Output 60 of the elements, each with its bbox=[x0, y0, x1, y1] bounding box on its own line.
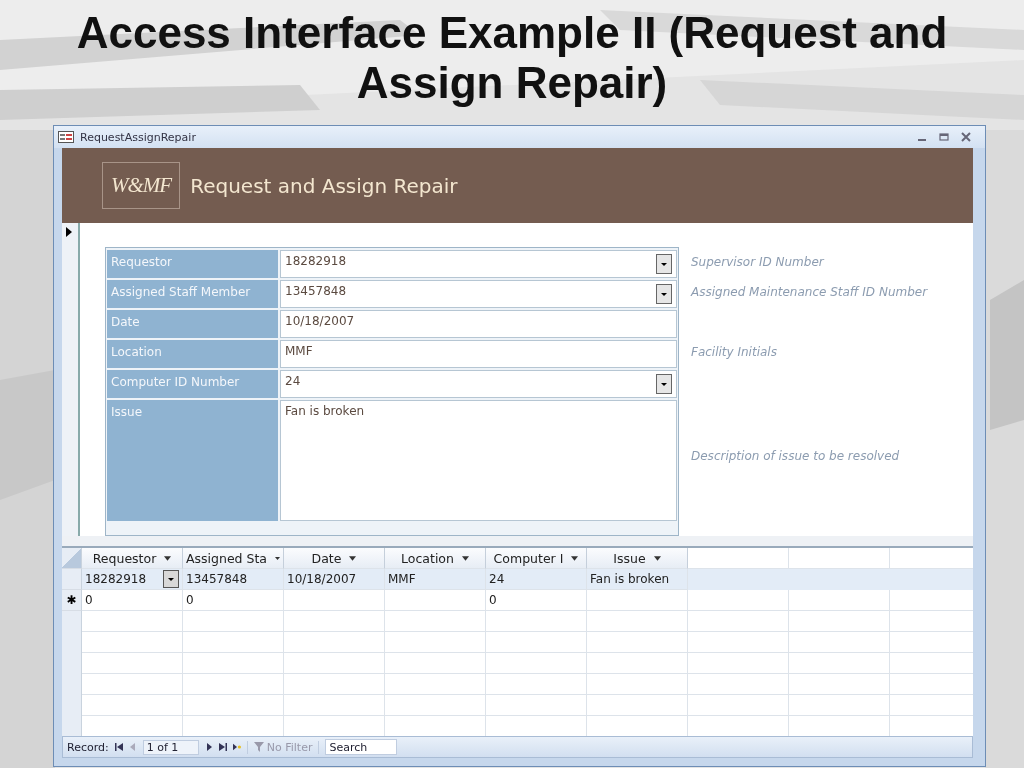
column-header[interactable]: Computer I bbox=[486, 548, 587, 569]
caret-icon[interactable] bbox=[461, 555, 469, 561]
table-cell: 13457848 bbox=[186, 572, 248, 586]
table-cell: 24 bbox=[489, 572, 505, 586]
logo: W&MF bbox=[102, 162, 181, 209]
combo-box[interactable]: 18282918 bbox=[280, 250, 677, 278]
table-cell: 0 bbox=[489, 593, 497, 607]
dropdown-icon[interactable] bbox=[656, 284, 672, 304]
table-cell: 18282918 bbox=[85, 572, 147, 586]
field-label: Computer ID Number bbox=[107, 370, 278, 398]
caret-icon[interactable] bbox=[653, 555, 661, 561]
form-icon bbox=[58, 131, 74, 143]
dropdown-icon[interactable] bbox=[163, 570, 179, 588]
caret-icon[interactable] bbox=[275, 555, 280, 561]
table-row[interactable]: 18282918 13457848 10/18/2007 MMF 24 Fan is broken bbox=[62, 569, 973, 590]
field-label: Location bbox=[107, 340, 278, 368]
field-label: Issue bbox=[107, 400, 278, 521]
caret-icon[interactable] bbox=[164, 555, 172, 561]
field-label: Requestor bbox=[107, 250, 278, 278]
column-header[interactable]: Issue bbox=[587, 548, 688, 569]
field-label: Assigned Staff Member bbox=[107, 280, 278, 308]
field-hint: Facility Initials bbox=[691, 344, 777, 361]
dropdown-icon[interactable] bbox=[656, 254, 672, 274]
input-field[interactable]: 10/18/2007 bbox=[280, 310, 677, 338]
column-header[interactable]: Requestor bbox=[82, 548, 183, 569]
next-record-icon[interactable] bbox=[204, 743, 213, 751]
first-record-icon[interactable] bbox=[114, 743, 123, 751]
new-record-marker: ✱ bbox=[66, 593, 77, 607]
slide-title: Access Interface Example II (Request and Assign Repair) bbox=[75, 7, 949, 109]
column-header[interactable]: Date bbox=[284, 548, 385, 569]
caret-icon[interactable] bbox=[349, 555, 357, 561]
field-label: Date bbox=[107, 310, 278, 338]
table-cell: 0 bbox=[85, 593, 93, 607]
filter-icon bbox=[253, 742, 264, 752]
window-title: RequestAssignRepair bbox=[80, 130, 196, 144]
record-label: Record: bbox=[67, 740, 109, 754]
field-hint: Assigned Maintenance Staff ID Number bbox=[691, 284, 928, 301]
combo-box[interactable]: 13457848 bbox=[280, 280, 677, 308]
field-hint: Description of issue to be resolved bbox=[691, 448, 900, 465]
search-field[interactable]: Search bbox=[325, 739, 398, 755]
table-cell: 0 bbox=[186, 593, 194, 607]
input-field[interactable]: Fan is broken bbox=[280, 400, 677, 521]
form-title: Request and Assign Repair bbox=[190, 173, 458, 198]
caret-icon[interactable] bbox=[571, 555, 579, 561]
combo-box[interactable]: 24 bbox=[280, 370, 677, 398]
record-position-field[interactable]: 1 of 1 bbox=[142, 739, 199, 755]
new-record-icon[interactable] bbox=[232, 743, 241, 751]
column-header[interactable]: Location bbox=[385, 548, 486, 569]
input-field[interactable]: MMF bbox=[280, 340, 677, 368]
dropdown-icon[interactable] bbox=[656, 374, 672, 394]
table-cell: MMF bbox=[388, 572, 416, 586]
last-record-icon[interactable] bbox=[218, 743, 227, 751]
table-row[interactable]: ✱ 0 0 0 bbox=[62, 590, 688, 611]
field-hint: Supervisor ID Number bbox=[691, 254, 824, 271]
maximize-icon[interactable] bbox=[939, 132, 949, 142]
table-cell: 10/18/2007 bbox=[287, 572, 357, 586]
table-cell: Fan is broken bbox=[590, 572, 670, 586]
record-pointer-icon bbox=[66, 227, 72, 237]
close-icon[interactable] bbox=[961, 132, 971, 142]
column-header[interactable]: Assigned Sta bbox=[183, 548, 284, 569]
